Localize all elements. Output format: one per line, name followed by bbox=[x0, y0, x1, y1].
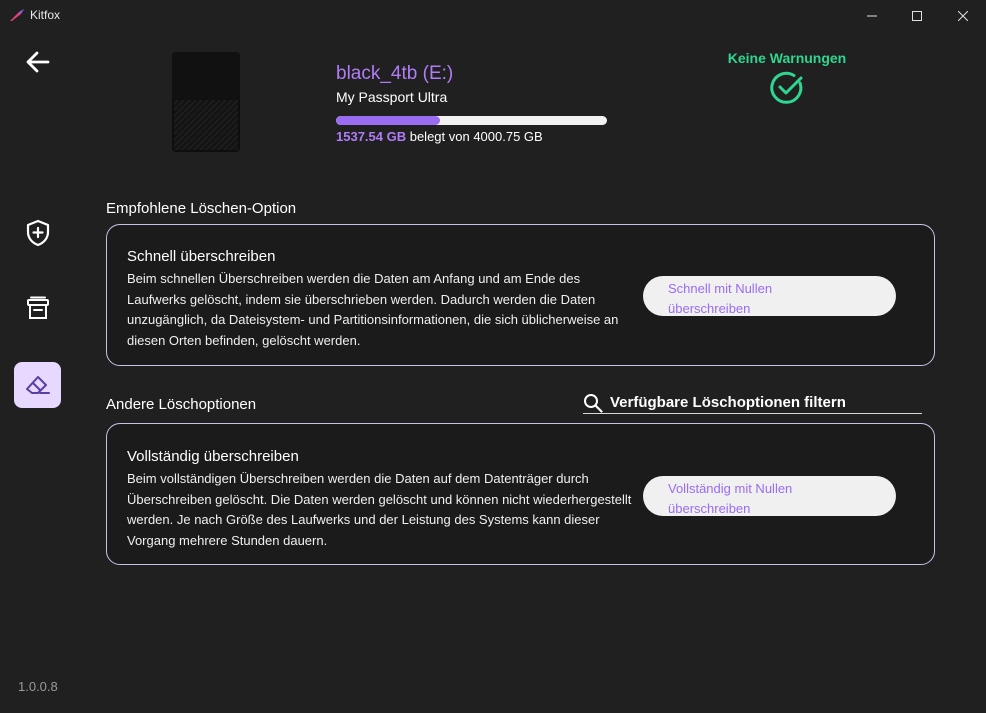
quick-overwrite-button[interactable]: Schnell mit Nullen überschreiben bbox=[643, 276, 896, 316]
full-overwrite-card: Vollständig überschreiben Beim vollständ… bbox=[106, 423, 935, 565]
close-icon bbox=[958, 10, 968, 21]
maximize-button[interactable] bbox=[894, 0, 940, 31]
archive-box-icon bbox=[26, 296, 49, 319]
card-description: Beim vollständigen Überschreiben werden … bbox=[127, 471, 632, 548]
storage-used-value: 1537.54 GB bbox=[336, 129, 407, 144]
storage-usage-text: 1537.54 GB belegt von 4000.75 GB bbox=[336, 129, 543, 144]
drive-name: black_4tb (E:) bbox=[336, 63, 454, 84]
title-bar: Kitfox bbox=[0, 0, 986, 31]
button-label-line1: Schnell mit Nullen bbox=[668, 281, 773, 296]
button-label-line2: überschreiben bbox=[668, 301, 751, 316]
external-drive-image bbox=[172, 52, 240, 152]
window-title: Kitfox bbox=[30, 8, 61, 22]
sidebar-item-erase[interactable] bbox=[14, 362, 61, 408]
kitfox-logo-icon bbox=[10, 9, 24, 21]
filter-input[interactable] bbox=[610, 392, 918, 412]
check-circle-icon bbox=[770, 71, 803, 104]
search-icon bbox=[584, 394, 603, 413]
storage-usage-fill bbox=[336, 116, 441, 125]
maximize-icon bbox=[912, 10, 922, 21]
full-overwrite-button[interactable]: Vollständig mit Nullen überschreiben bbox=[643, 476, 896, 516]
recommended-section-title: Empfohlene Löschen-Option bbox=[106, 200, 297, 217]
app-version: 1.0.0.8 bbox=[18, 679, 58, 694]
minimize-icon bbox=[867, 15, 877, 16]
sidebar-item-security[interactable] bbox=[14, 210, 61, 256]
arrow-left-icon bbox=[26, 51, 50, 73]
sidebar: 1.0.0.8 bbox=[0, 31, 76, 713]
card-title: Schnell überschreiben bbox=[127, 248, 276, 265]
other-section-title: Andere Löschoptionen bbox=[106, 396, 257, 413]
status-label: Keine Warnungen bbox=[727, 50, 847, 66]
drive-model: My Passport Ultra bbox=[336, 89, 448, 105]
button-label-line1: Vollständig mit Nullen bbox=[668, 481, 793, 496]
filter-field[interactable] bbox=[583, 392, 922, 414]
sidebar-item-archive[interactable] bbox=[14, 286, 61, 332]
button-label-line2: überschreiben bbox=[668, 501, 751, 516]
storage-total-text: belegt von 4000.75 GB bbox=[406, 129, 543, 144]
card-description: Beim schnellen Überschreiben werden die … bbox=[127, 271, 619, 348]
close-button[interactable] bbox=[940, 0, 986, 31]
shield-plus-icon bbox=[26, 219, 49, 247]
minimize-button[interactable] bbox=[849, 0, 895, 31]
back-button[interactable] bbox=[24, 50, 52, 74]
storage-usage-bar bbox=[336, 116, 607, 125]
card-title: Vollständig überschreiben bbox=[127, 448, 299, 465]
quick-overwrite-card: Schnell überschreiben Beim schnellen Übe… bbox=[106, 224, 935, 366]
eraser-icon bbox=[25, 376, 50, 394]
